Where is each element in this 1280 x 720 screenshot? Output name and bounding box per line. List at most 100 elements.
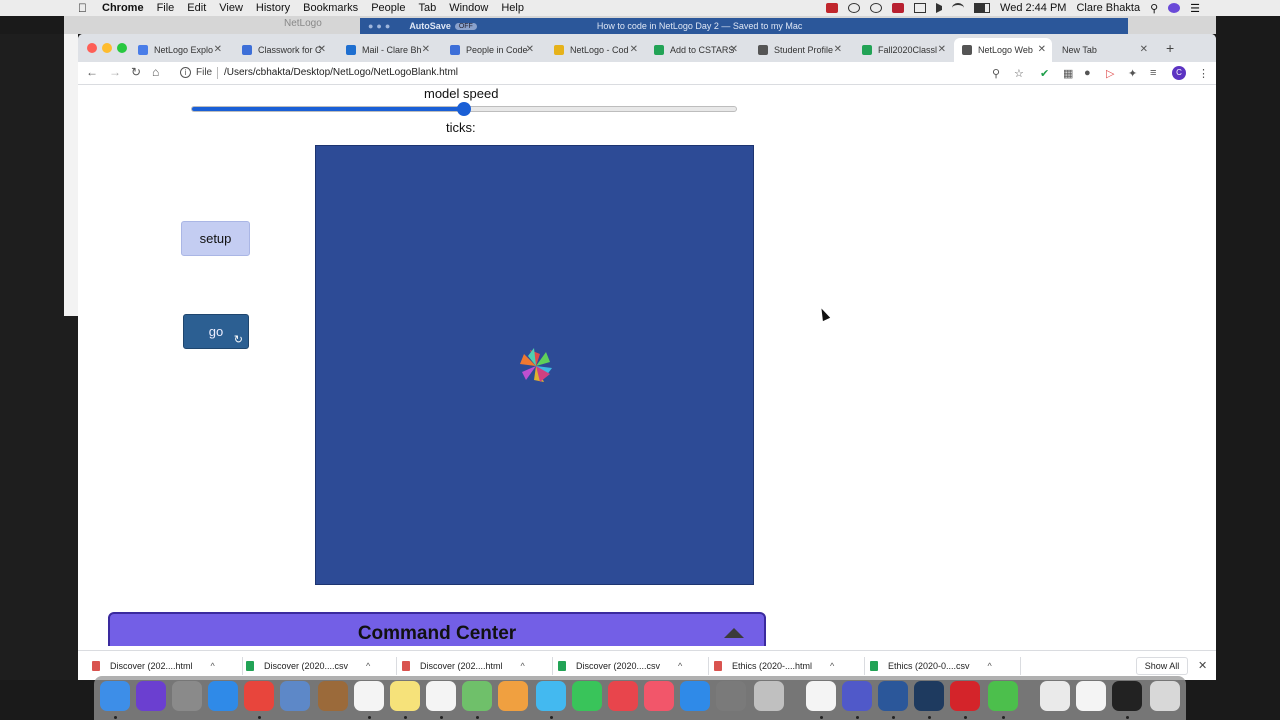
address-bar[interactable]: /Users/cbhakta/Desktop/NetLogo/NetLogoBl… bbox=[224, 67, 458, 78]
extension-grid-icon[interactable]: ▦ bbox=[1063, 67, 1073, 80]
messages-icon[interactable] bbox=[536, 681, 566, 711]
extension-circle-icon[interactable]: ● bbox=[1084, 67, 1091, 79]
close-tab-icon[interactable]: ✕ bbox=[1140, 44, 1148, 55]
menu-window[interactable]: Window bbox=[449, 2, 488, 14]
siri-icon[interactable] bbox=[1168, 3, 1181, 13]
launchpad-icon[interactable] bbox=[172, 681, 202, 711]
menu-people[interactable]: People bbox=[371, 2, 405, 14]
zoom-window-button[interactable] bbox=[117, 43, 127, 53]
facetime-icon[interactable] bbox=[572, 681, 602, 711]
music-icon[interactable] bbox=[644, 681, 674, 711]
menubar-user[interactable]: Clare Bhakta bbox=[1076, 2, 1140, 14]
forward-button[interactable]: → bbox=[109, 65, 121, 79]
command-center-collapse-toggle[interactable] bbox=[724, 628, 744, 638]
menu-app-name[interactable]: Chrome bbox=[102, 2, 144, 14]
apple-menu-icon[interactable]:  bbox=[78, 1, 92, 15]
tab-3[interactable]: Mail - Clare Bh ✕ bbox=[338, 38, 436, 62]
wifi-icon[interactable] bbox=[952, 3, 965, 13]
bookmark-star-icon[interactable]: ☆ bbox=[1014, 67, 1024, 80]
menu-help[interactable]: Help bbox=[501, 2, 524, 14]
extension-check-icon[interactable]: ✔ bbox=[1040, 67, 1049, 80]
menu-tab[interactable]: Tab bbox=[418, 2, 436, 14]
menu-file[interactable]: File bbox=[157, 2, 175, 14]
tab-8[interactable]: Fall2020Classl ✕ bbox=[854, 38, 952, 62]
maps-icon[interactable] bbox=[462, 681, 492, 711]
menubar-clock[interactable]: Wed 2:44 PM bbox=[1000, 2, 1066, 14]
chrome-document-icon[interactable] bbox=[1076, 681, 1106, 711]
extensions-puzzle-icon[interactable]: ✦ bbox=[1128, 67, 1137, 80]
finder-document-icon[interactable] bbox=[1040, 681, 1070, 711]
status-app-icon[interactable] bbox=[826, 3, 839, 13]
close-tab-icon[interactable]: ✕ bbox=[526, 44, 534, 55]
shield-icon[interactable] bbox=[892, 3, 905, 13]
notes-icon[interactable] bbox=[390, 681, 420, 711]
siri-icon[interactable] bbox=[136, 681, 166, 711]
back-button[interactable]: ← bbox=[86, 65, 98, 79]
photos-icon[interactable] bbox=[498, 681, 528, 711]
word-icon[interactable] bbox=[878, 681, 908, 711]
menu-bookmarks[interactable]: Bookmarks bbox=[303, 2, 358, 14]
minimize-window-button[interactable] bbox=[102, 43, 112, 53]
close-tab-icon[interactable]: ✕ bbox=[834, 44, 842, 55]
preview-icon[interactable] bbox=[280, 681, 310, 711]
volume-icon[interactable] bbox=[936, 3, 943, 13]
notefile-icon[interactable] bbox=[318, 681, 348, 711]
close-window-button[interactable] bbox=[87, 43, 97, 53]
download-options-chevron-icon[interactable]: ^ bbox=[988, 661, 992, 671]
extension-screencast-icon[interactable]: ▷ bbox=[1106, 67, 1114, 80]
word-window-controls[interactable]: ●●● bbox=[368, 21, 393, 31]
tab-1[interactable]: NetLogo Explo ✕ bbox=[130, 38, 228, 62]
close-tab-icon[interactable]: ✕ bbox=[1038, 44, 1046, 55]
menu-edit[interactable]: Edit bbox=[187, 2, 206, 14]
airplay-icon[interactable] bbox=[914, 3, 927, 13]
chrome-icon[interactable] bbox=[244, 681, 274, 711]
slack-icon[interactable] bbox=[806, 681, 836, 711]
news-icon[interactable] bbox=[608, 681, 638, 711]
spotlight-icon[interactable]: ⚲ bbox=[1150, 2, 1158, 15]
calculator-icon[interactable] bbox=[754, 681, 784, 711]
go-button[interactable]: go ↻ bbox=[183, 314, 249, 349]
close-tab-icon[interactable]: ✕ bbox=[938, 44, 946, 55]
teams-icon[interactable] bbox=[842, 681, 872, 711]
trash-icon[interactable] bbox=[1150, 681, 1180, 711]
close-tab-icon[interactable]: ✕ bbox=[214, 44, 222, 55]
screenshot-icon[interactable] bbox=[1112, 681, 1142, 711]
calendar-icon[interactable] bbox=[354, 681, 384, 711]
finder-icon[interactable] bbox=[100, 681, 130, 711]
menu-view[interactable]: View bbox=[219, 2, 243, 14]
tab-7[interactable]: Student Profile ✕ bbox=[750, 38, 848, 62]
word-autosave-toggle[interactable]: OFF bbox=[454, 22, 477, 30]
tab-10[interactable]: New Tab ✕ bbox=[1054, 38, 1154, 62]
battery-icon[interactable] bbox=[974, 3, 991, 13]
close-tab-icon[interactable]: ✕ bbox=[318, 44, 326, 55]
app-store-icon[interactable] bbox=[680, 681, 710, 711]
accessibility-icon[interactable] bbox=[870, 3, 883, 13]
close-tab-icon[interactable]: ✕ bbox=[630, 44, 638, 55]
close-tab-icon[interactable]: ✕ bbox=[730, 44, 738, 55]
new-tab-button[interactable]: + bbox=[1166, 40, 1174, 56]
download-options-chevron-icon[interactable]: ^ bbox=[366, 661, 370, 671]
reading-list-icon[interactable]: ≡ bbox=[1150, 67, 1156, 79]
system-preferences-icon[interactable] bbox=[716, 681, 746, 711]
tab-9[interactable]: NetLogo Web ✕ bbox=[954, 38, 1052, 62]
netlogo-world-view[interactable] bbox=[315, 145, 754, 585]
site-info-icon[interactable]: i bbox=[180, 67, 191, 78]
tab-6[interactable]: Add to CSTARS ✕ bbox=[646, 38, 744, 62]
download-options-chevron-icon[interactable]: ^ bbox=[678, 661, 682, 671]
menu-history[interactable]: History bbox=[256, 2, 290, 14]
tab-2[interactable]: Classwork for C ✕ bbox=[234, 38, 332, 62]
show-all-downloads-button[interactable]: Show All bbox=[1136, 657, 1188, 675]
reminders-icon[interactable] bbox=[426, 681, 456, 711]
setup-button[interactable]: setup bbox=[181, 221, 250, 256]
photoshop-icon[interactable] bbox=[914, 681, 944, 711]
home-button[interactable]: ⌂ bbox=[152, 65, 159, 79]
download-options-chevron-icon[interactable]: ^ bbox=[211, 661, 215, 671]
acrobat-icon[interactable] bbox=[950, 681, 980, 711]
reload-button[interactable]: ↻ bbox=[131, 65, 141, 79]
download-options-chevron-icon[interactable]: ^ bbox=[830, 661, 834, 671]
camtasia-icon[interactable] bbox=[988, 681, 1018, 711]
profile-avatar[interactable]: C bbox=[1172, 66, 1186, 80]
close-tab-icon[interactable]: ✕ bbox=[422, 44, 430, 55]
zoom-icon[interactable]: ⚲ bbox=[992, 67, 1000, 80]
download-options-chevron-icon[interactable]: ^ bbox=[521, 661, 525, 671]
